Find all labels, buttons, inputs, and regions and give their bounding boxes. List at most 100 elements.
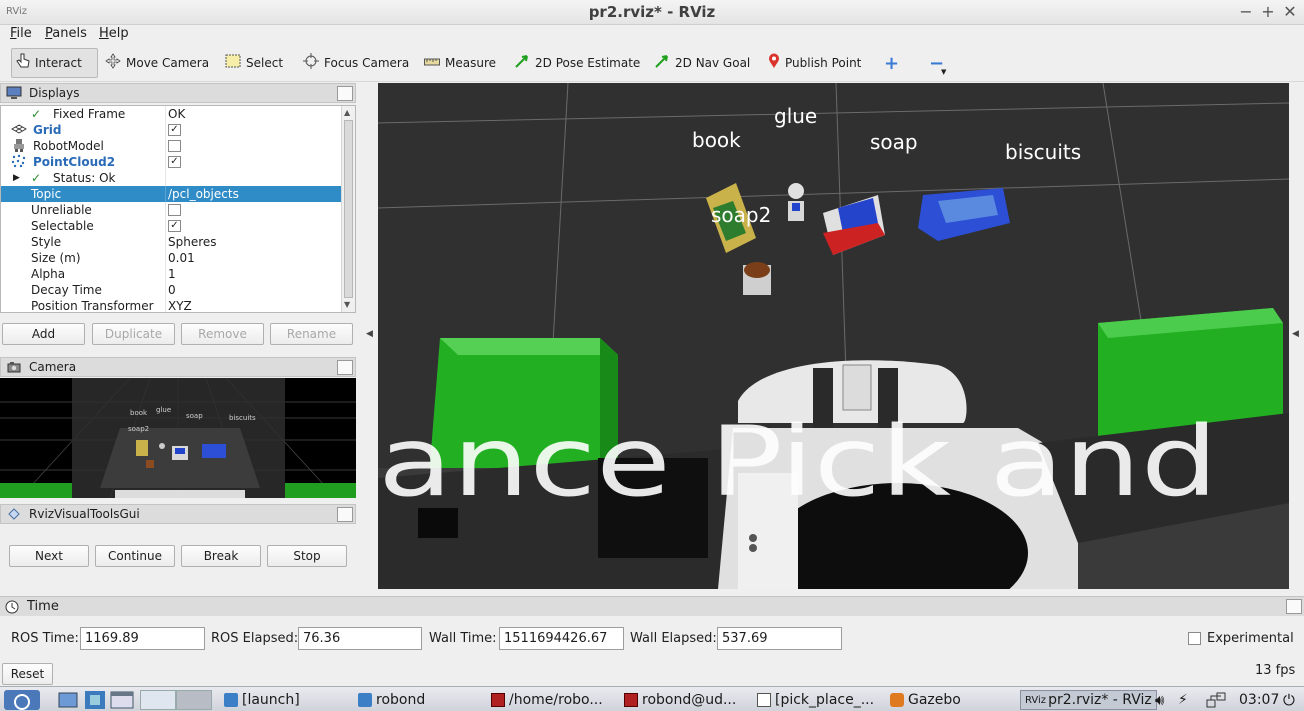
volume-tray-icon[interactable]: 🔊︎ (1155, 690, 1164, 710)
panel-float-button[interactable] (1286, 599, 1302, 614)
row-label: Unreliable (31, 203, 92, 217)
workspace-switcher[interactable] (140, 690, 212, 710)
task-launch-folder[interactable]: [launch] (224, 690, 300, 710)
select-tool[interactable]: Select (221, 48, 287, 78)
show-desktop-button[interactable] (58, 690, 78, 710)
camera-panel-header: Camera (0, 357, 356, 377)
tree-row-style[interactable]: Style Spheres (1, 234, 341, 250)
clock-display[interactable]: 03:07 (1239, 690, 1279, 710)
tree-row-grid[interactable]: Grid ✓ (1, 122, 341, 138)
collapse-right-dock-icon[interactable]: ◀ (1292, 329, 1299, 339)
continue-button[interactable]: Continue (95, 545, 175, 567)
tree-row-position-transformer[interactable]: Position Transformer XYZ (1, 298, 341, 313)
scroll-down-icon[interactable]: ▼ (344, 300, 350, 309)
move-camera-label: Move Camera (126, 56, 210, 70)
task-text-editor[interactable]: [pick_place_... (757, 690, 874, 710)
break-button[interactable]: Break (181, 545, 261, 567)
focus-camera-tool[interactable]: Focus Camera (299, 48, 413, 78)
collapse-left-dock-icon[interactable]: ◀ (366, 329, 373, 339)
desktop-taskbar: [launch] robond /home/robo... robond@ud.… (0, 686, 1304, 711)
close-button[interactable]: ✕ (1281, 2, 1299, 21)
panel-float-button[interactable] (337, 86, 353, 101)
panel-float-button[interactable] (337, 360, 353, 375)
robotmodel-enabled-checkbox[interactable] (168, 140, 181, 152)
launcher-icon-1[interactable] (84, 690, 106, 710)
start-menu-button[interactable] (4, 690, 40, 710)
row-value: 0.01 (168, 251, 195, 265)
pose-estimate-tool[interactable]: 2D Pose Estimate (510, 48, 644, 78)
tree-row-alpha[interactable]: Alpha 1 (1, 266, 341, 282)
publish-point-tool[interactable]: Publish Point (764, 48, 865, 78)
nav-goal-tool[interactable]: 2D Nav Goal (650, 48, 754, 78)
tree-row-fixed-frame[interactable]: ✓ Fixed Frame OK (1, 106, 341, 122)
menu-file[interactable]: File (10, 26, 32, 41)
clock-time: 03:07 (1239, 692, 1280, 708)
tree-row-unreliable[interactable]: Unreliable (1, 202, 341, 218)
task-terminal-robond[interactable]: robond@ud... (624, 690, 736, 710)
grid-enabled-checkbox[interactable]: ✓ (168, 124, 181, 136)
pointcloud-enabled-checkbox[interactable]: ✓ (168, 156, 181, 168)
task-robond-folder[interactable]: robond (358, 690, 425, 710)
launcher-icon-2[interactable] (110, 690, 134, 710)
wall-time-field[interactable]: 1511694426.67 (499, 627, 624, 650)
rviz-icon: RViz (1025, 694, 1047, 706)
network-tray-icon[interactable] (1205, 690, 1227, 710)
row-value[interactable]: /pcl_objects (168, 187, 239, 201)
tree-row-robotmodel[interactable]: RobotModel (1, 138, 341, 154)
publish-point-label: Publish Point (785, 56, 862, 70)
add-display-button[interactable]: Add (2, 323, 85, 345)
panel-float-button[interactable] (337, 507, 353, 522)
add-tool-button[interactable]: + (880, 48, 908, 78)
row-label: Position Transformer (31, 299, 154, 313)
tree-row-selectable[interactable]: Selectable ✓ (1, 218, 341, 234)
tree-row-pointcloud2[interactable]: PointCloud2 ✓ (1, 154, 341, 170)
task-gazebo[interactable]: Gazebo (890, 690, 961, 710)
maximize-button[interactable]: + (1259, 2, 1277, 21)
camera-label-soap: soap (186, 412, 203, 420)
unreliable-checkbox[interactable] (168, 204, 181, 216)
reset-button[interactable]: Reset (2, 663, 53, 685)
scroll-up-icon[interactable]: ▲ (344, 108, 350, 117)
pointcloud-icon (11, 154, 27, 171)
scrollbar-thumb[interactable] (344, 120, 353, 298)
camera-image-view[interactable]: book glue soap biscuits soap2 (0, 378, 356, 498)
remove-display-button[interactable]: Remove (181, 323, 264, 345)
select-label: Select (246, 56, 284, 70)
task-rviz-active[interactable]: RViz pr2.rviz* - RViz (1020, 690, 1157, 710)
logout-button[interactable]: ⏻ (1283, 690, 1295, 710)
move-arrows-icon (105, 53, 121, 73)
pose-estimate-label: 2D Pose Estimate (535, 56, 641, 70)
select-box-icon (225, 54, 241, 72)
experimental-checkbox[interactable] (1188, 632, 1201, 645)
stop-button[interactable]: Stop (267, 545, 347, 567)
task-label: Gazebo (908, 692, 961, 708)
tree-row-topic[interactable]: Topic /pcl_objects (1, 186, 341, 202)
expand-arrow-icon[interactable]: ▶ (13, 173, 20, 183)
next-button[interactable]: Next (9, 545, 89, 567)
workspace-1 (140, 690, 176, 710)
power-tray-icon[interactable]: ⚡︎ (1178, 690, 1188, 710)
task-terminal-home[interactable]: /home/robo... (491, 690, 603, 710)
row-value: 1 (168, 267, 176, 281)
tree-row-size[interactable]: Size (m) 0.01 (1, 250, 341, 266)
menu-panels[interactable]: Panels (45, 26, 87, 41)
tree-row-decay-time[interactable]: Decay Time 0 (1, 282, 341, 298)
measure-tool[interactable]: Measure (420, 48, 500, 78)
selectable-checkbox[interactable]: ✓ (168, 220, 181, 232)
menu-help[interactable]: Help (99, 26, 129, 41)
move-camera-tool[interactable]: Move Camera (101, 48, 213, 78)
ros-time-field[interactable]: 1169.89 (80, 627, 205, 650)
desktop-icon (58, 692, 78, 708)
wall-elapsed-field[interactable]: 537.69 (717, 627, 842, 650)
render-3d-viewport[interactable]: book glue soap biscuits soap2 ance Pick … (378, 83, 1289, 589)
tree-row-status[interactable]: ▶ ✓ Status: Ok (1, 170, 341, 186)
ros-elapsed-field[interactable]: 76.36 (298, 627, 422, 650)
interact-tool[interactable]: Interact (11, 48, 98, 78)
experimental-label: Experimental (1207, 631, 1294, 646)
rename-display-button[interactable]: Rename (270, 323, 353, 345)
task-label: pr2.rviz* - RViz (1048, 692, 1152, 708)
displays-scrollbar[interactable]: ▲ ▼ (341, 106, 355, 312)
remove-tool-button[interactable]: − ▼ (925, 48, 953, 78)
minimize-button[interactable]: − (1237, 2, 1255, 21)
duplicate-display-button[interactable]: Duplicate (92, 323, 175, 345)
